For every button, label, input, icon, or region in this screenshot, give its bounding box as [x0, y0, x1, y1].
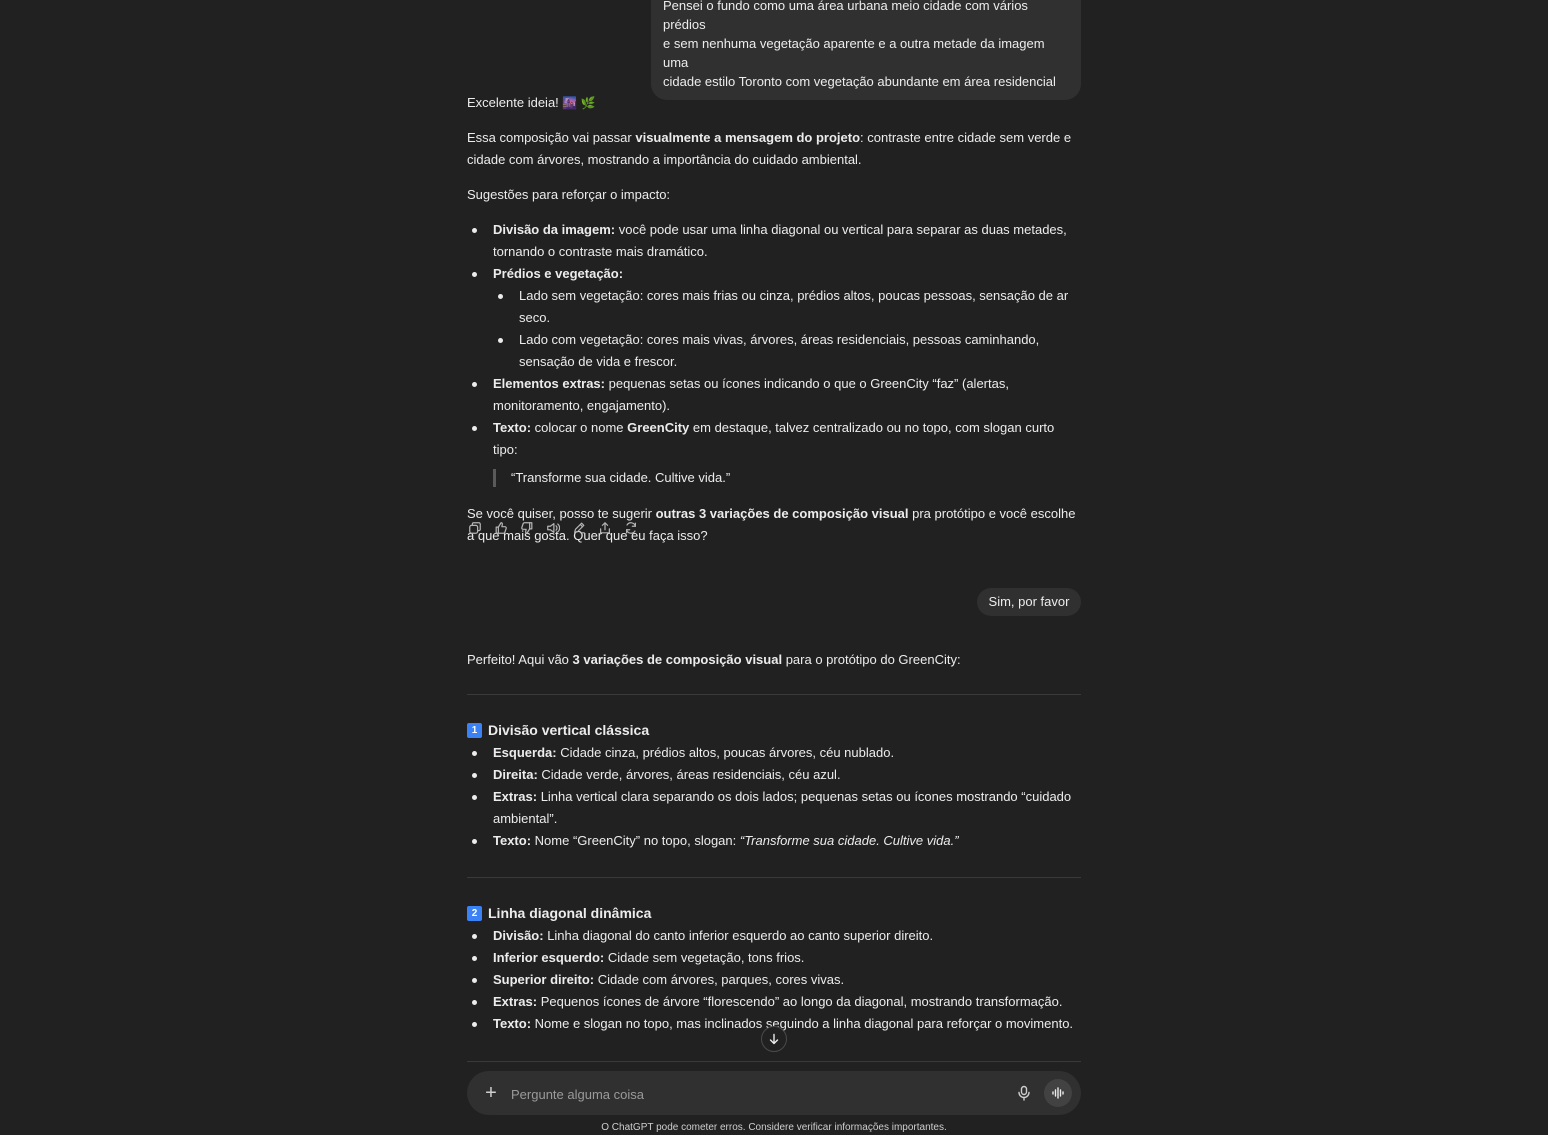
variation-list: Divisão: Linha diagonal do canto inferio…: [467, 925, 1081, 1035]
list-item: Direita: Cidade verde, árvores, áreas re…: [467, 764, 1081, 786]
list-item: Extras: Pequenos ícones de árvore “flore…: [467, 991, 1081, 1013]
variation-list: Esquerda: Cidade cinza, prédios altos, p…: [467, 742, 1081, 852]
copy-icon[interactable]: [466, 519, 484, 537]
reply-paragraph: Essa composição vai passar visualmente a…: [467, 130, 1072, 167]
reply-intro: Perfeito! Aqui vão 3 variações de compos…: [467, 652, 961, 667]
edit-icon[interactable]: [570, 519, 588, 537]
user-message-bubble: Sim, por favor: [977, 588, 1081, 616]
list-item: Extras: Linha vertical clara separando o…: [467, 786, 1081, 830]
message-composer: +: [467, 1071, 1081, 1115]
list-item: Superior direito: Cidade com árvores, pa…: [467, 969, 1081, 991]
user-message-line: Pensei o fundo como uma área urbana meio…: [663, 0, 1028, 32]
section-title: 1 Divisão vertical clássica: [467, 719, 1081, 741]
mic-icon[interactable]: [1015, 1084, 1033, 1102]
list-item: Divisão da imagem: você pode usar uma li…: [467, 219, 1081, 263]
variation-section: 2 Linha diagonal dinâmica Divisão: Linha…: [467, 902, 1081, 1035]
thumbs-up-icon[interactable]: [492, 519, 510, 537]
list-item: Lado com vegetação: cores mais vivas, ár…: [493, 329, 1081, 373]
list-item: Texto: Nome “GreenCity” no topo, slogan:…: [467, 830, 1081, 852]
voice-mode-button[interactable]: [1044, 1079, 1072, 1107]
section-title: 2 Linha diagonal dinâmica: [467, 902, 1081, 924]
list-item: Lado sem vegetação: cores mais frias ou …: [493, 285, 1081, 329]
divider: [467, 694, 1081, 695]
plus-icon[interactable]: +: [481, 1083, 501, 1103]
user-message-bubble: Pensei o fundo como uma área urbana meio…: [651, 0, 1081, 100]
scroll-to-bottom-button[interactable]: [761, 1026, 787, 1052]
list-item: Elementos extras: pequenas setas ou ícon…: [467, 373, 1081, 417]
speaker-icon[interactable]: [544, 519, 562, 537]
regenerate-icon[interactable]: [622, 519, 640, 537]
list-item: Divisão: Linha diagonal do canto inferio…: [467, 925, 1081, 947]
city-plant-emoji: 🌆 🌿: [562, 96, 596, 110]
suggestion-list: Divisão da imagem: você pode usar uma li…: [467, 219, 1081, 461]
prompt-input[interactable]: [509, 1082, 993, 1106]
sub-list: Lado sem vegetação: cores mais frias ou …: [493, 285, 1081, 373]
thumbs-down-icon[interactable]: [518, 519, 536, 537]
reply-paragraph: Sugestões para reforçar o impacto:: [467, 187, 671, 202]
disclaimer-text: O ChatGPT pode cometer erros. Considere …: [601, 1122, 947, 1133]
divider: [467, 877, 1081, 878]
share-icon[interactable]: [596, 519, 614, 537]
list-item: Texto: colocar o nome GreenCity em desta…: [467, 417, 1081, 461]
arrow-down-icon: [769, 1033, 779, 1045]
reply-greeting: Excelente ideia! 🌆 🌿: [467, 95, 596, 110]
divider: [467, 1061, 1081, 1062]
list-item: Esquerda: Cidade cinza, prédios altos, p…: [467, 742, 1081, 764]
user-message-line: cidade estilo Toronto com vegetação abun…: [663, 74, 1056, 89]
message-actions: [466, 519, 640, 537]
user-message-line: e sem nenhuma vegetação aparente e a out…: [663, 36, 1045, 70]
assistant-message: Excelente ideia! 🌆 🌿 Essa composição vai…: [467, 92, 1081, 547]
list-item: Inferior esquerdo: Cidade sem vegetação,…: [467, 947, 1081, 969]
variation-section: 1 Divisão vertical clássica Esquerda: Ci…: [467, 719, 1081, 852]
keycap-2-icon: 2: [467, 905, 482, 921]
keycap-1-icon: 1: [467, 722, 482, 738]
slogan-quote: “Transforme sua cidade. Cultive vida.”: [493, 467, 1081, 489]
list-item: Prédios e vegetação: Lado sem vegetação:…: [467, 263, 1081, 373]
waveform-icon: [1052, 1087, 1064, 1099]
